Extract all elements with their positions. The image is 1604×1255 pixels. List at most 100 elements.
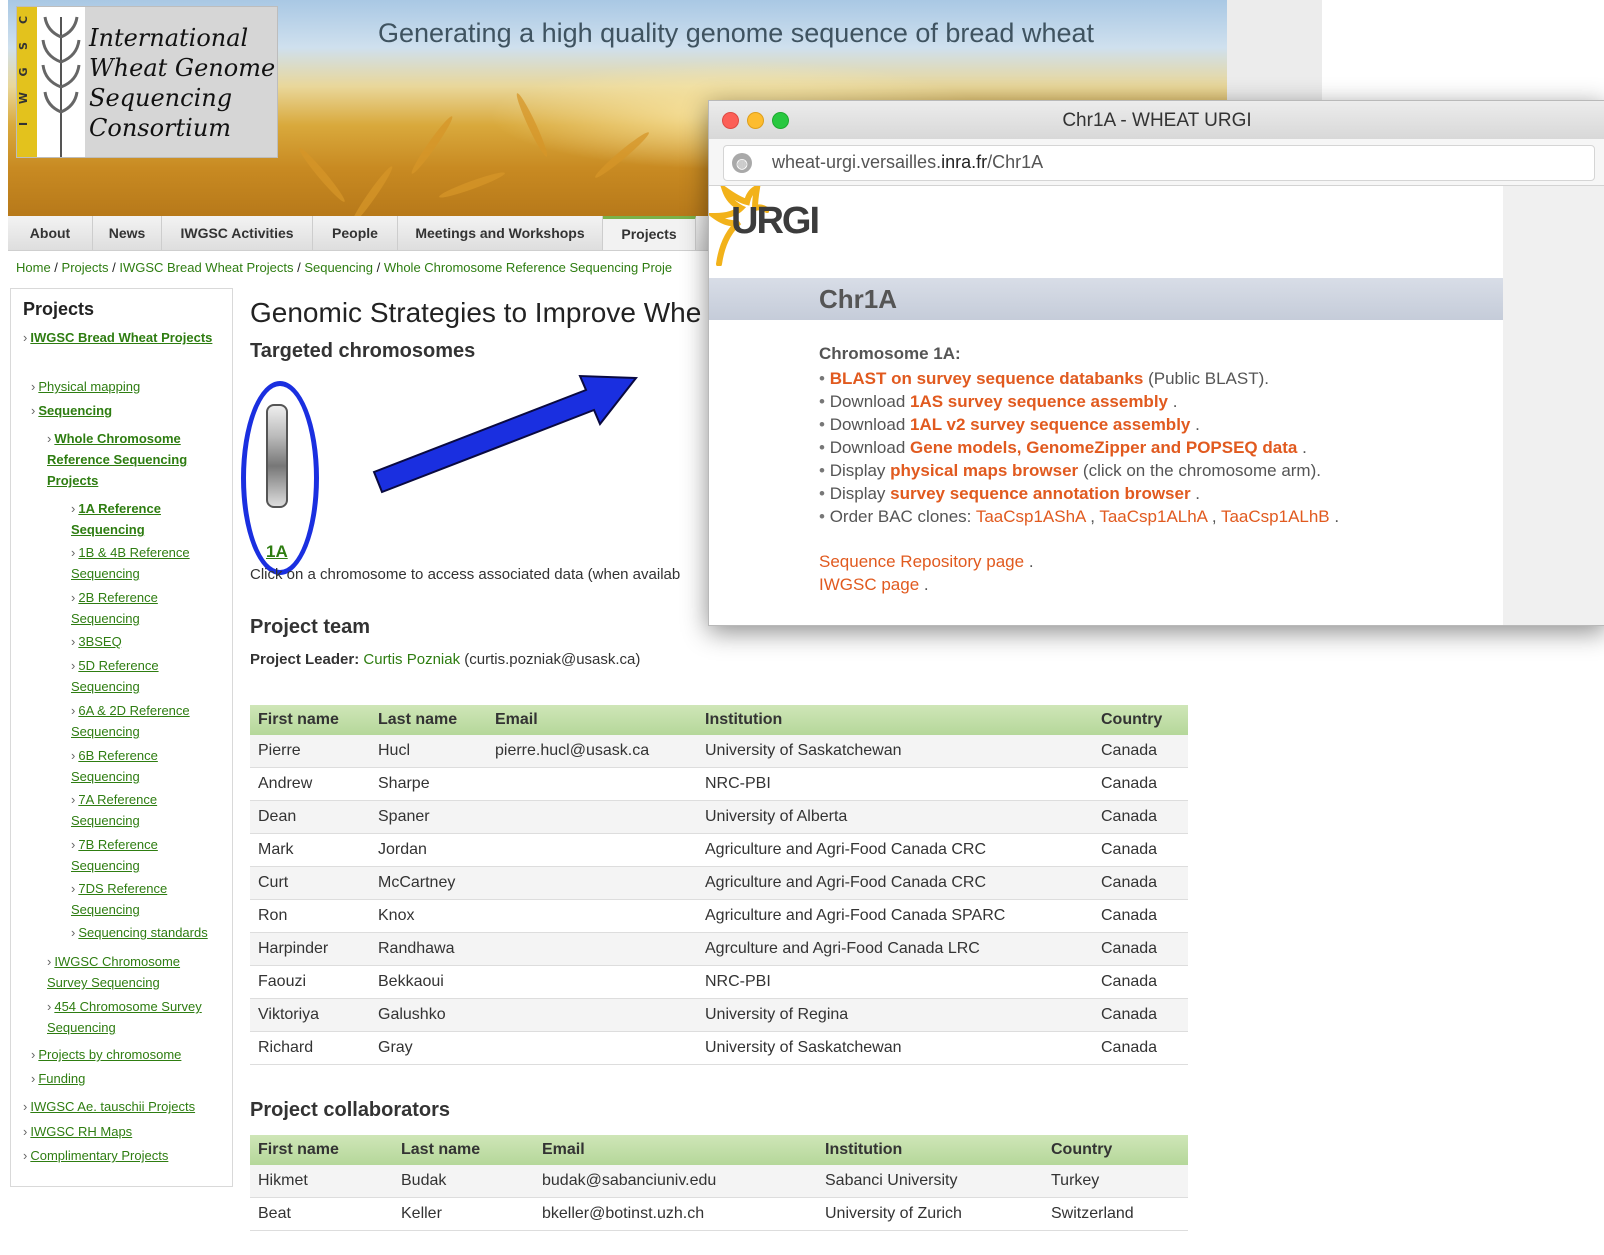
sidebar-item-3bseq[interactable]: 3BSEQ (78, 634, 121, 649)
address-bar-area: ◍ wheat-urgi.versailles.inra.fr/Chr1A (709, 139, 1604, 186)
project-leader: Project Leader: Curtis Pozniak (curtis.p… (250, 651, 640, 668)
list-text: (click on the chromosome arm). (1078, 461, 1321, 480)
cell: Agriculture and Agri-Food Canada CRC (697, 833, 1093, 867)
logo-line: International (89, 24, 249, 52)
list-text: Download (829, 415, 911, 434)
sidebar-item-7b[interactable]: 7B Reference Sequencing (71, 837, 158, 873)
chevron-right-icon: › (23, 1099, 28, 1114)
column-header: Last name (393, 1135, 534, 1165)
nav-about[interactable]: About (8, 216, 93, 250)
sidebar-item-chromosome-survey[interactable]: IWGSC Chromosome Survey Sequencing (47, 954, 180, 990)
bac-clone-link[interactable]: TaaCsp1ALhA (1099, 507, 1207, 526)
annotation-browser-link[interactable]: survey sequence annotation browser (890, 484, 1190, 503)
sidebar-item-2b[interactable]: 2B Reference Sequencing (71, 590, 158, 626)
column-header: Email (487, 705, 697, 735)
column-header: First name (250, 705, 370, 735)
column-header: Institution (697, 705, 1093, 735)
urgi-page: URGI Chr1A Chromosome 1A: BLAST on surve… (709, 186, 1604, 625)
breadcrumb-home[interactable]: Home (16, 260, 51, 275)
sidebar-item-6a-2d[interactable]: 6A & 2D Reference Sequencing (71, 703, 190, 739)
sidebar-item-funding[interactable]: Funding (38, 1071, 85, 1086)
iwgsc-page-link[interactable]: IWGSC page (819, 575, 919, 594)
sidebar-item-sequencing[interactable]: Sequencing (38, 403, 112, 418)
sidebar-item-whole-chromosome[interactable]: Whole Chromosome Reference Sequencing Pr… (47, 431, 187, 488)
sidebar-item-ae-tauschii[interactable]: IWGSC Ae. tauschii Projects (30, 1099, 195, 1114)
wheat-icon (37, 7, 85, 157)
cell: University of Regina (697, 998, 1093, 1032)
breadcrumb-sequencing[interactable]: Sequencing (304, 260, 373, 275)
iwgsc-logo[interactable]: C S G W I International Wheat Genome Seq… (16, 6, 278, 158)
cell: Hucl (370, 735, 487, 768)
download-1as-link[interactable]: 1AS survey sequence assembly (910, 392, 1168, 411)
cell: Hikmet (250, 1165, 393, 1198)
chromosome-heading: Chromosome 1A: (819, 344, 961, 363)
logo-line: Sequencing (89, 84, 233, 112)
list-item: Download Gene models, GenomeZipper and P… (819, 436, 1339, 459)
sidebar-item-454-survey[interactable]: 454 Chromosome Survey Sequencing (47, 999, 202, 1035)
table-row: Andrew Sharpe NRC-PBI Canada (250, 767, 1188, 801)
sidebar-item-7ds[interactable]: 7DS Reference Sequencing (71, 881, 167, 917)
cell (487, 965, 697, 999)
cell: University of Alberta (697, 800, 1093, 834)
urgi-logo[interactable]: URGI (731, 200, 820, 243)
chromosome-1a-link[interactable]: 1A (266, 542, 288, 562)
chevron-right-icon: › (71, 881, 76, 896)
download-1al-link[interactable]: 1AL v2 survey sequence assembly (910, 415, 1190, 434)
list-text: Download (829, 392, 911, 411)
sidebar-item-physical-mapping[interactable]: Physical mapping (38, 379, 140, 394)
breadcrumb-whole-chromosome[interactable]: Whole Chromosome Reference Sequencing Pr… (384, 260, 672, 275)
leader-label: Project Leader: (250, 651, 360, 668)
sidebar-item-5d[interactable]: 5D Reference Sequencing (71, 658, 159, 694)
cell: Switzerland (1043, 1197, 1188, 1231)
url-prefix: wheat-urgi.versailles. (772, 152, 942, 172)
blast-link[interactable]: BLAST on survey sequence databanks (830, 369, 1144, 388)
window-titlebar[interactable]: Chr1A - WHEAT URGI (709, 101, 1604, 140)
sidebar-item-7a[interactable]: 7A Reference Sequencing (71, 792, 157, 828)
cell: pierre.hucl@usask.ca (487, 735, 697, 768)
cell: Sabanci University (817, 1165, 1043, 1198)
table-row: Richard Gray University of Saskatchewan Can… (250, 1031, 1188, 1065)
physical-maps-link[interactable]: physical maps browser (890, 461, 1078, 480)
chromosome-hint: Click on a chromosome to access associat… (250, 566, 681, 583)
cell: University of Saskatchewan (697, 735, 1093, 768)
cell: Agriculture and Agri-Food Canada SPARC (697, 899, 1093, 933)
sequence-repository-link[interactable]: Sequence Repository page (819, 552, 1024, 571)
cell: Canada (1093, 767, 1188, 801)
nav-news[interactable]: News (93, 216, 162, 250)
chevron-right-icon: › (71, 748, 76, 763)
nav-meetings-workshops[interactable]: Meetings and Workshops (398, 216, 603, 250)
chevron-right-icon: › (71, 837, 76, 852)
download-gene-models-link[interactable]: Gene models, GenomeZipper and POPSEQ dat… (910, 438, 1297, 457)
sidebar-item-6b[interactable]: 6B Reference Sequencing (71, 748, 158, 784)
chevron-right-icon: › (71, 658, 76, 673)
sidebar-item-sequencing-standards[interactable]: Sequencing standards (78, 925, 207, 940)
breadcrumb-projects[interactable]: Projects (62, 260, 109, 275)
sidebar-item-1a[interactable]: 1A Reference Sequencing (71, 501, 161, 537)
sidebar-item-bread-wheat[interactable]: IWGSC Bread Wheat Projects (30, 330, 212, 345)
sidebar-item-projects-by-chromosome[interactable]: Projects by chromosome (38, 1047, 181, 1062)
nav-projects[interactable]: Projects (603, 216, 696, 250)
leader-email: (curtis.pozniak@usask.ca) (464, 651, 641, 668)
list-item: Display survey sequence annotation brows… (819, 482, 1339, 505)
breadcrumb-bread-wheat[interactable]: IWGSC Bread Wheat Projects (119, 260, 293, 275)
cell (487, 998, 697, 1032)
nav-people[interactable]: People (313, 216, 398, 250)
url-domain: inra.fr (941, 152, 988, 172)
list-item: BLAST on survey sequence databanks (Publ… (819, 367, 1339, 390)
cell: Curt (250, 866, 370, 900)
list-text: Order BAC clones: (829, 507, 976, 526)
cell (487, 800, 697, 834)
cell: NRC-PBI (697, 767, 1093, 801)
bac-clone-link[interactable]: TaaCsp1ALhB (1221, 507, 1330, 526)
sidebar-item-1b-4b[interactable]: 1B & 4B Reference Sequencing (71, 545, 190, 581)
chevron-right-icon: › (23, 1148, 28, 1163)
bac-clone-link[interactable]: TaaCsp1AShA (976, 507, 1086, 526)
chevron-right-icon: › (31, 403, 36, 418)
url-field[interactable]: ◍ wheat-urgi.versailles.inra.fr/Chr1A (723, 145, 1595, 181)
chevron-right-icon: › (71, 925, 76, 940)
table-row: Pierre Hucl pierre.hucl@usask.ca University… (250, 735, 1188, 768)
leader-name-link[interactable]: Curtis Pozniak (363, 651, 460, 668)
sidebar-item-complimentary[interactable]: Complimentary Projects (30, 1148, 168, 1163)
sidebar-item-rh-maps[interactable]: IWGSC RH Maps (30, 1124, 132, 1139)
nav-iwgsc-activities[interactable]: IWGSC Activities (162, 216, 313, 250)
